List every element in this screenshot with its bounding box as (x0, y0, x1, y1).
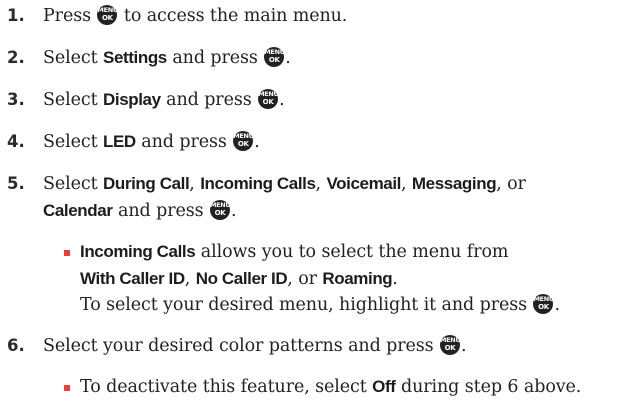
menu-ok-key-icon: MENU OK (264, 47, 285, 67)
instruction-list: 1. Press MENU OK to access the main menu.… (0, 0, 636, 408)
key-label-top: MENU (97, 6, 118, 14)
key-label-top: MENU (258, 90, 279, 98)
step-text: Select LED and press MENU OK. (43, 131, 260, 152)
menu-name-calendar: Calendar (43, 201, 113, 220)
menu-name-voicemail: Voicemail (326, 174, 401, 193)
text-segment: Select (43, 90, 103, 110)
text-segment: allows you to select the menu from (195, 242, 509, 262)
text-segment: to access the main menu. (118, 6, 348, 26)
text-segment: , (400, 174, 412, 194)
text-segment: during step 6 above. (395, 377, 582, 397)
step-number: 4. (7, 132, 25, 151)
menu-ok-key-icon: MENU OK (440, 335, 461, 355)
menu-name-display: Display (103, 90, 161, 109)
step-text: Calendar and press MENU OK. (43, 200, 237, 221)
step-number: 3. (7, 90, 25, 109)
key-label-bottom: OK (214, 209, 226, 217)
key-label-bottom: OK (237, 140, 249, 148)
step-text: Select your desired color patterns and p… (43, 335, 467, 356)
text-segment: Select (43, 174, 103, 194)
step-number: 6. (7, 336, 25, 355)
text-segment: , or (287, 269, 323, 289)
key-label-bottom: OK (538, 303, 549, 311)
key-label-top: MENU (209, 201, 231, 209)
step-number: 2. (7, 48, 25, 67)
text-segment: and press (135, 132, 233, 152)
option-with-caller-id: With Caller ID (80, 269, 185, 288)
key-label-bottom: OK (444, 344, 456, 352)
text-segment: and press (112, 201, 209, 221)
text-segment: To deactivate this feature, select (80, 377, 373, 397)
option-roaming: Roaming (322, 269, 393, 288)
menu-name-settings: Settings (103, 48, 167, 67)
bullet-text: To select your desired menu, highlight i… (80, 294, 560, 315)
menu-name-messaging: Messaging (411, 174, 497, 193)
text-segment: Select your desired color patterns and p… (43, 336, 439, 356)
step-text: Select Settings and press MENU OK. (43, 47, 291, 68)
key-label-top: MENU (533, 295, 554, 303)
text-segment: , (315, 174, 327, 194)
step-number: 1. (7, 6, 25, 25)
text-segment: Select (43, 132, 103, 152)
text-segment: , (184, 269, 196, 289)
step-number: 5. (7, 174, 25, 193)
option-off: Off (372, 377, 396, 396)
key-label-top: MENU (233, 132, 254, 140)
text-segment: and press (166, 48, 264, 68)
menu-name-incoming-calls: Incoming Calls (80, 242, 196, 261)
menu-ok-key-icon: MENU OK (233, 131, 254, 151)
step-text: Press MENU OK to access the main menu. (43, 4, 347, 28)
text-segment: , or (496, 174, 526, 194)
bullet-text: To deactivate this feature, select Off d… (80, 375, 581, 399)
menu-name-incoming-calls: Incoming Calls (200, 174, 316, 193)
menu-ok-key-icon: MENU OK (209, 200, 231, 220)
key-label-bottom: OK (262, 98, 274, 106)
text-segment: To select your desired menu, highlight i… (80, 295, 533, 315)
step-text: Select Display and press MENU OK. (43, 89, 285, 110)
menu-name-during-call: During Call (103, 174, 190, 193)
menu-name-led: LED (103, 132, 136, 151)
menu-ok-key-icon: MENU OK (258, 89, 279, 109)
bullet-marker (64, 385, 70, 391)
key-label-top: MENU (264, 48, 285, 56)
option-no-caller-id: No Caller ID (195, 269, 288, 288)
text-segment: Select (43, 48, 103, 68)
bullet-text: With Caller ID, No Caller ID, or Roaming… (80, 267, 398, 291)
key-label-top: MENU (440, 336, 461, 344)
text-segment: , (189, 174, 201, 194)
key-label-bottom: OK (268, 56, 280, 64)
text-segment: Press (43, 6, 97, 26)
menu-ok-key-icon: MENU OK (97, 5, 118, 25)
key-label-bottom: OK (102, 14, 113, 22)
text-segment: and press (160, 90, 258, 110)
step-text: Select During Call, Incoming Calls, Voic… (43, 172, 526, 196)
bullet-marker (64, 250, 70, 256)
menu-ok-key-icon: MENU OK (533, 294, 554, 314)
text-segment: . (392, 269, 398, 289)
bullet-text: Incoming Calls allows you to select the … (80, 240, 508, 264)
